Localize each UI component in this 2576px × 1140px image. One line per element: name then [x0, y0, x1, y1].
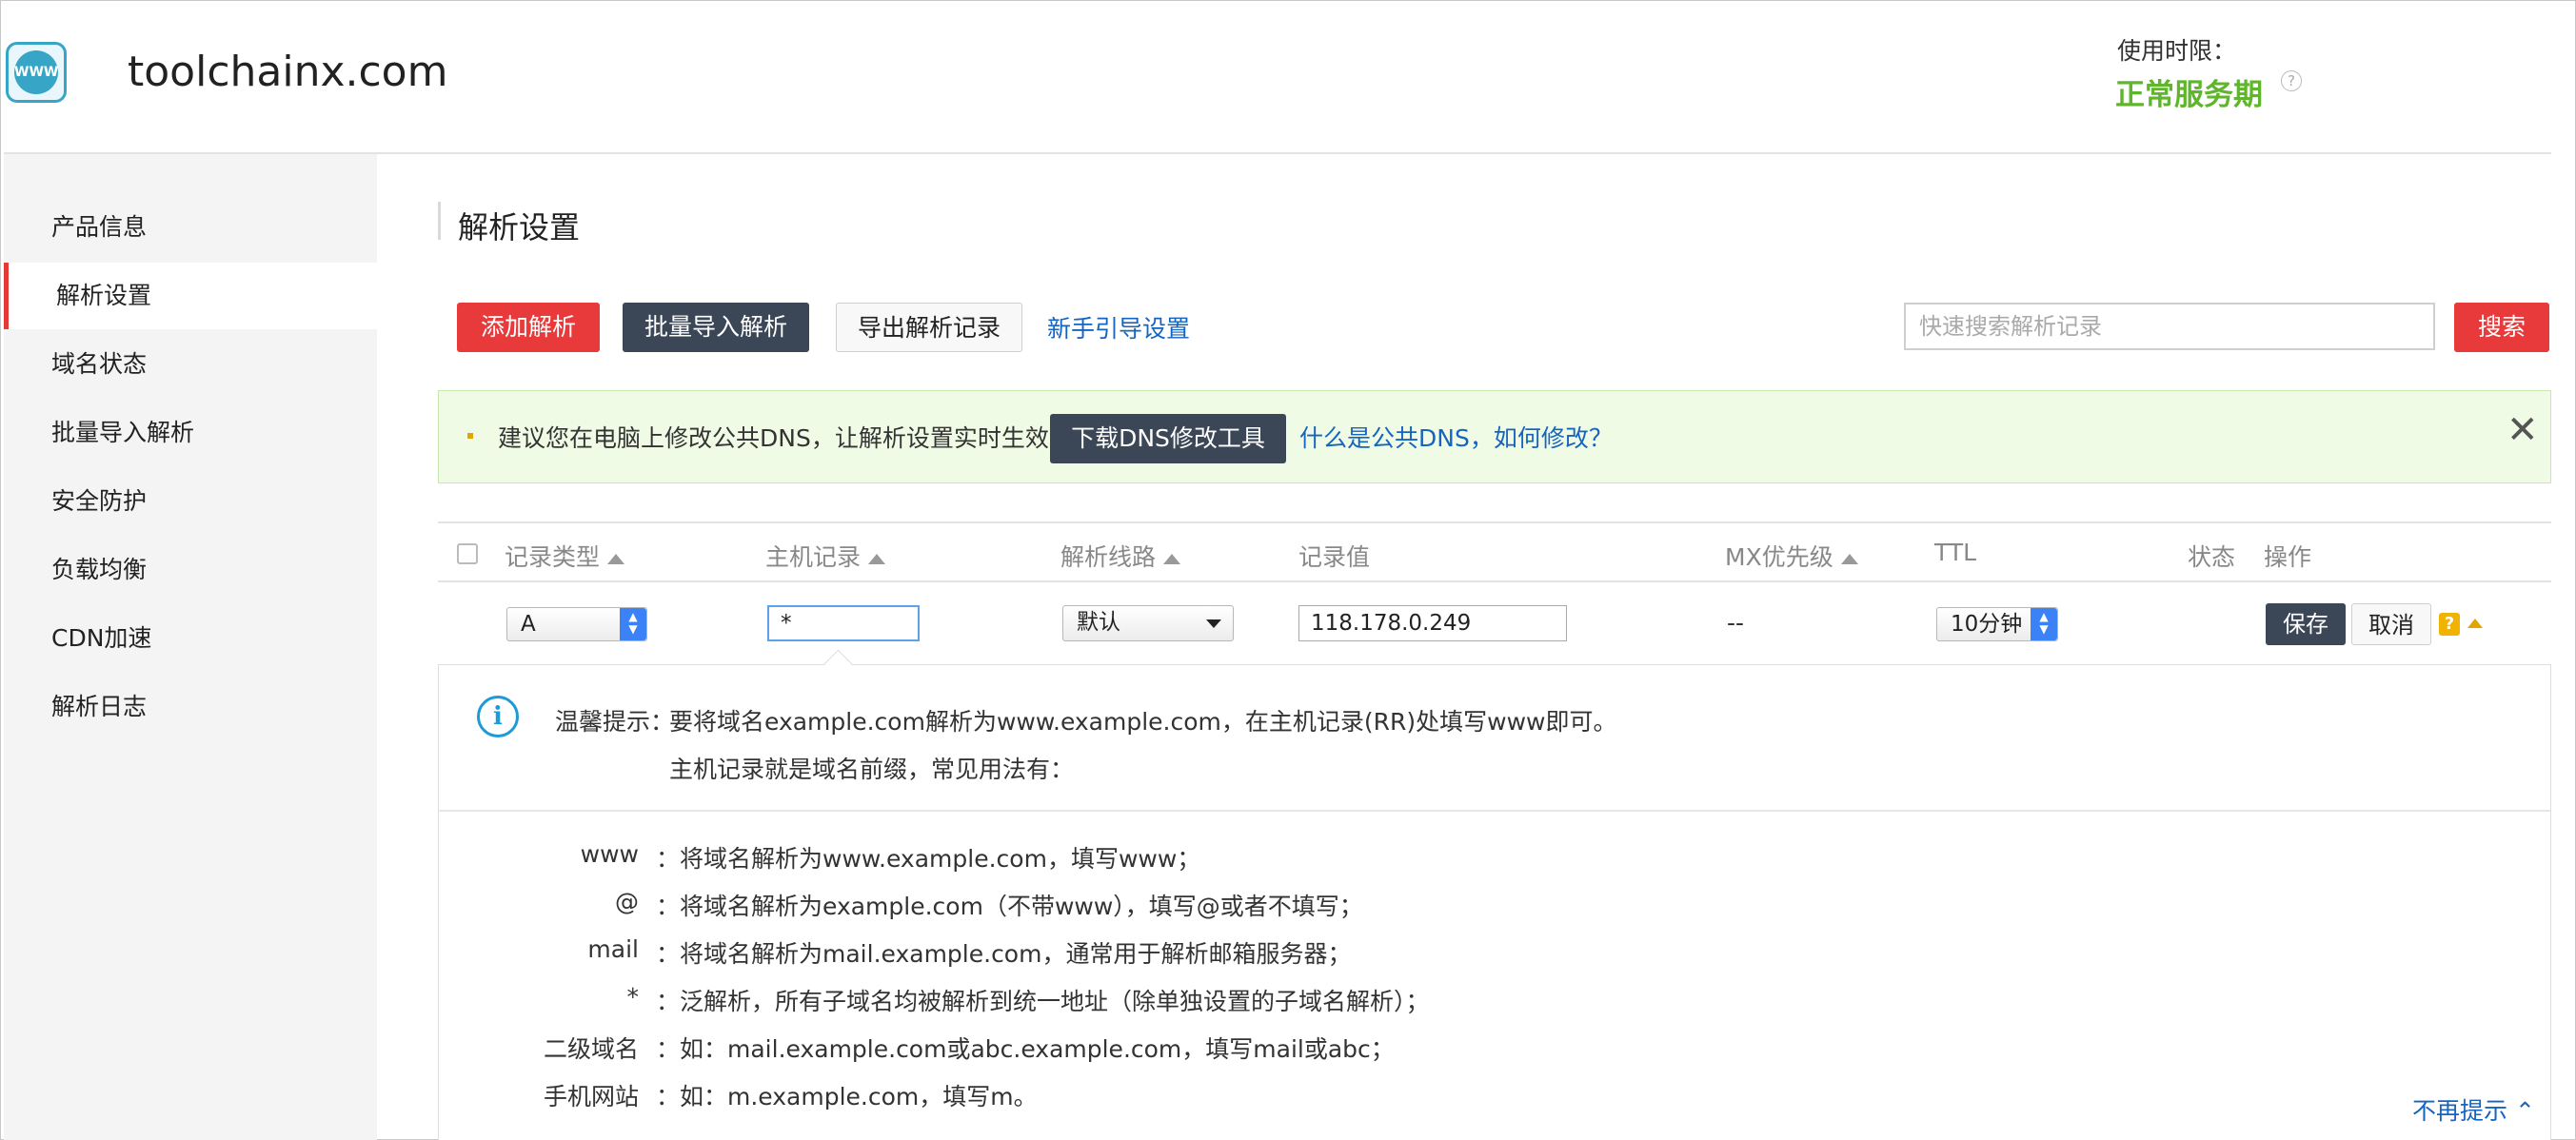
example-key: 二级域名 — [543, 1035, 639, 1063]
tip-label: 温馨提示： — [555, 708, 675, 736]
column-header-actions: 操作 — [2264, 543, 2312, 571]
info-icon: i — [477, 696, 519, 737]
example-value: ：泛解析，所有子域名均被解析到统一地址（除单独设置的子域名解析）； — [656, 988, 1430, 1015]
sidebar-item-dns-settings[interactable]: 解析设置 — [4, 263, 377, 329]
example-value: ：如：mail.example.com或abc.example.com，填写ma… — [656, 1035, 1395, 1063]
question-circle-icon[interactable]: ? — [2281, 70, 2302, 91]
help-icon[interactable]: ? — [2439, 613, 2460, 636]
table-header-border — [438, 580, 2551, 582]
stepper-icon: ▲ ▼ — [2031, 608, 2057, 640]
sort-asc-icon — [868, 553, 886, 564]
public-dns-notice: 建议您在电脑上修改公共DNS，让解析设置实时生效。 下载DNS修改工具 什么是公… — [438, 390, 2551, 483]
sort-asc-icon — [1840, 553, 1858, 564]
dismiss-tip-link[interactable]: 不再提示 ⌃ — [2412, 1092, 2535, 1127]
globe-icon: WWW — [14, 50, 58, 94]
column-header-value: 记录值 — [1298, 543, 1371, 571]
host-record-tip-panel: i 温馨提示： 要将域名example.com解析为www.example.co… — [438, 664, 2551, 1140]
guide-settings-link[interactable]: 新手引导设置 — [1047, 310, 1190, 344]
column-header-record-type[interactable]: 记录类型 — [505, 539, 625, 573]
service-period-label: 使用时限： — [2117, 37, 2237, 65]
column-header-status: 状态 — [2188, 543, 2236, 571]
sort-asc-icon — [607, 553, 625, 564]
site-title: toolchainx.com — [128, 48, 448, 96]
mx-priority-value: -- — [1727, 609, 1745, 637]
example-key: * — [626, 983, 640, 1011]
example-key: www — [580, 840, 639, 868]
collapse-icon[interactable] — [2467, 619, 2483, 628]
tip-divider — [439, 810, 2550, 812]
example-key: @ — [615, 888, 639, 915]
chevron-up-icon: ⌃ — [2514, 1097, 2535, 1125]
site-logo: WWW — [6, 42, 67, 103]
export-records-button[interactable]: 导出解析记录 — [836, 303, 1022, 352]
search-input[interactable] — [1904, 303, 2435, 350]
section-title-bar — [438, 202, 441, 240]
column-header-host[interactable]: 主机记录 — [765, 539, 886, 573]
column-header-line[interactable]: 解析线路 — [1060, 539, 1181, 573]
record-type-select[interactable]: A ▲ ▼ — [506, 607, 647, 641]
tip-text: 主机记录就是域名前缀，常见用法有： — [669, 756, 1075, 783]
header-divider — [4, 152, 2551, 154]
sidebar-item-bulk-import[interactable]: 批量导入解析 — [4, 400, 377, 466]
close-icon[interactable]: ✕ — [2507, 408, 2539, 452]
notice-text: 建议您在电脑上修改公共DNS，让解析设置实时生效。 — [498, 424, 1073, 452]
example-value: ：将域名解析为mail.example.com，通常用于解析邮箱服务器； — [656, 940, 1352, 968]
bullet-icon — [467, 433, 473, 439]
example-value: ：如：m.example.com，填写m。 — [656, 1083, 1038, 1111]
tip-text: 要将域名example.com解析为www.example.com，在主机记录(… — [669, 708, 1617, 736]
record-value-input[interactable] — [1298, 605, 1567, 641]
bulk-import-button[interactable]: 批量导入解析 — [623, 303, 809, 352]
public-dns-help-link[interactable]: 什么是公共DNS，如何修改？ — [1299, 420, 1613, 454]
example-value: ：将域名解析为www.example.com，填写www； — [656, 845, 1201, 873]
host-record-input[interactable] — [767, 605, 920, 641]
sidebar-item-load-balancing[interactable]: 负载均衡 — [4, 537, 377, 603]
download-dns-tool-button[interactable]: 下载DNS修改工具 — [1050, 414, 1286, 463]
stepper-icon: ▲ ▼ — [620, 608, 646, 640]
page-title: 解析设置 — [458, 209, 581, 246]
line-select[interactable]: 默认 — [1062, 605, 1234, 641]
ttl-select[interactable]: 10分钟 ▲ ▼ — [1936, 607, 2058, 641]
sidebar-item-security[interactable]: 安全防护 — [4, 468, 377, 535]
sidebar-item-domain-status[interactable]: 域名状态 — [4, 331, 377, 398]
sidebar-item-product-info[interactable]: 产品信息 — [4, 194, 377, 261]
sidebar-item-cdn[interactable]: CDN加速 — [4, 605, 377, 672]
example-value: ：将域名解析为example.com（不带www），填写@或者不填写； — [656, 893, 1363, 920]
cancel-button[interactable]: 取消 — [2351, 603, 2431, 645]
select-all-checkbox[interactable] — [457, 543, 478, 564]
sort-asc-icon — [1163, 553, 1181, 564]
example-key: 手机网站 — [543, 1083, 639, 1111]
save-button[interactable]: 保存 — [2266, 603, 2346, 645]
column-header-mx[interactable]: MX优先级 — [1725, 539, 1858, 573]
service-period-value: 正常服务期 — [2115, 78, 2263, 112]
chevron-down-icon — [1206, 619, 1221, 628]
table-top-border — [438, 521, 2551, 523]
add-record-button[interactable]: 添加解析 — [457, 303, 600, 352]
search-button[interactable]: 搜索 — [2454, 303, 2549, 352]
sidebar-item-dns-log[interactable]: 解析日志 — [4, 674, 377, 740]
example-key: mail — [587, 935, 639, 963]
column-header-ttl: TTL — [1934, 539, 1977, 566]
